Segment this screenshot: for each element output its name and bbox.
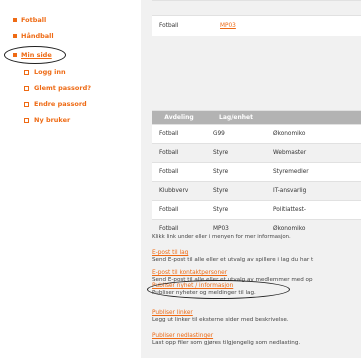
table-cell: Fotball [152,200,206,220]
sidebar-subitem-label: Endre passord [34,100,87,108]
bullet-icon [24,117,29,123]
link-publiser-nedlastinger: Publiser nedlastinger Last opp filer som… [152,333,300,346]
bullet-icon [13,34,17,38]
team-table-top: Fotball MP03 [152,0,361,36]
info-hint-text: Klikk link under eller i menyen for mer … [152,234,291,240]
publiser-nedlastinger-link[interactable]: Publiser nedlastinger [152,333,300,339]
table-cell: Politiattest- [266,200,361,220]
roles-table: Avdeling Lag/enhet Fotball G99 Økonomiko… [152,110,361,238]
link-description: Send E-post til alle eller et utvalg av … [152,257,314,263]
table-row [152,0,361,16]
column-header: Avdeling [152,110,206,125]
highlight-circle-annotation [147,280,290,299]
table-row: Fotball Styre Politiattest- [152,200,361,220]
bullet-icon [13,18,17,22]
sidebar-subitem-label: Ny bruker [34,116,71,124]
table-cell [280,15,361,36]
sidebar-subitem-logg-inn[interactable]: Logg inn [24,68,66,76]
epost-kontaktpersoner-link[interactable]: E-post til kontaktpersoner [152,270,313,276]
table-row: Fotball Styre Styremedler [152,162,361,182]
sidebar-subitem-ny-bruker[interactable]: Ny bruker [24,116,70,124]
table-cell: Fotball [152,15,213,36]
sidebar-subitem-endre-passord[interactable]: Endre passord [24,100,87,108]
sidebar: Fotball Håndball Min side Logg inn Glemt… [0,0,133,358]
table-cell: Webmaster [266,143,361,163]
table-cell: IT-ansvarlig [266,181,361,201]
table-row: Fotball Styre Webmaster [152,143,361,163]
column-header [266,110,361,125]
table-header-row: Avdeling Lag/enhet [152,110,361,125]
sidebar-item-handball[interactable]: Håndball [13,32,54,40]
sidebar-item-label: Håndball [21,32,54,40]
sidebar-item-label: Fotball [21,16,47,24]
table-cell: Økonomiko [266,124,361,144]
table-cell: Fotball [152,162,206,182]
publiser-linker-link[interactable]: Publiser linker [152,310,289,316]
table-cell: Fotball [152,143,206,163]
table-cell [152,0,213,16]
table-cell: Fotball [152,124,206,144]
table-row: Fotball MP03 [152,15,361,36]
table-cell: Styre [206,181,266,201]
bullet-icon [24,101,29,107]
table-cell: Styremedler [266,162,361,182]
table-row: Klubbverv Styre IT-ansvarlig [152,181,361,201]
link-description: Last opp filer som gjøres tilgjengelig s… [152,340,301,346]
table-cell [213,0,280,16]
link-publiser-linker: Publiser linker Legg ut linker til ekste… [152,310,289,323]
link-description: Legg ut linker til eksterne sider med be… [152,317,289,323]
table-cell: Styre [206,143,266,163]
table-cell: Styre [206,162,266,182]
link-epost-lag: E-post til lag Send E-post til alle elle… [152,250,313,263]
bullet-icon [24,69,29,75]
table-cell: Klubbverv [152,181,206,201]
table-cell [280,0,361,16]
sidebar-subitem-label: Glemt passord? [34,84,91,92]
table-row: Fotball G99 Økonomiko [152,124,361,144]
highlight-circle-annotation [4,46,66,64]
team-link[interactable]: MP03 [220,23,236,29]
table-cell: Styre [206,200,266,220]
column-header: Lag/enhet [206,110,266,125]
sidebar-item-fotball[interactable]: Fotball [13,16,46,24]
epost-lag-link[interactable]: E-post til lag [152,250,313,256]
sidebar-subitem-label: Logg inn [34,68,66,76]
table-cell: G99 [206,124,266,144]
sidebar-subitem-glemt-passord[interactable]: Glemt passord? [24,84,91,92]
bullet-icon [24,85,29,91]
